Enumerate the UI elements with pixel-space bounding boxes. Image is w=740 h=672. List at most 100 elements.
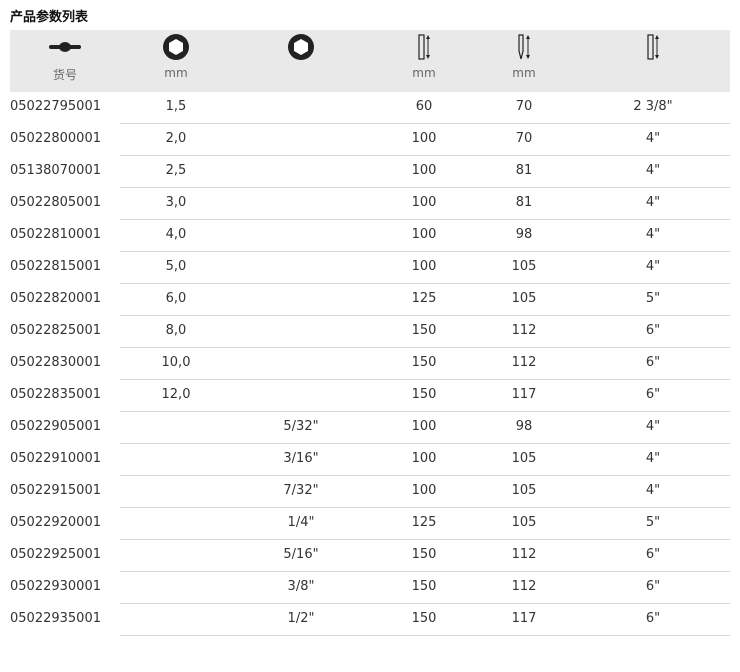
- cell-metric-size: [130, 540, 222, 572]
- cell-blade-length-inch: 4": [645, 259, 661, 274]
- cell-blade-length: 100: [411, 419, 437, 434]
- cell-inch-size: [255, 284, 347, 316]
- cell-metric-size: 2,0: [165, 131, 187, 146]
- cell-blade-length-inch: 6": [645, 611, 661, 626]
- hex-socket-inch-icon: [255, 34, 347, 60]
- cell-article-number: 05022820001: [10, 291, 101, 306]
- cell-blade-length-inch: 4": [645, 419, 661, 434]
- table-row: 05022920001 1/4" 125 105 5": [10, 508, 730, 540]
- cell-inch-size: [255, 156, 347, 188]
- cell-blade-length: 150: [411, 355, 437, 370]
- bit-holder-icon: [10, 34, 120, 60]
- blade-length-inch-icon: [608, 34, 698, 60]
- cell-article-number: 05022915001: [10, 483, 101, 498]
- cell-total-length: 112: [511, 547, 537, 562]
- cell-metric-size: 8,0: [165, 323, 187, 338]
- cell-blade-length: 150: [411, 579, 437, 594]
- table-row: 05022830001 10,0 150 112 6": [10, 348, 730, 380]
- cell-blade-length-inch: 4": [645, 195, 661, 210]
- page-title: 产品参数列表: [10, 10, 89, 25]
- cell-total-length: 105: [511, 515, 537, 530]
- header-cell-article: 货号: [10, 30, 120, 92]
- cell-inch-size: [255, 380, 347, 412]
- table-row: 05022925001 5/16" 150 112 6": [10, 540, 730, 572]
- cell-article-number: 05022810001: [10, 227, 101, 242]
- cell-blade-length: 100: [411, 483, 437, 498]
- cell-total-length: 70: [515, 131, 533, 146]
- cell-article-number: 05022805001: [10, 195, 101, 210]
- header-label-blade-mm: mm: [412, 66, 436, 80]
- cell-blade-length-inch: 4": [645, 227, 661, 242]
- cell-inch-size: [255, 92, 347, 124]
- cell-total-length: 112: [511, 579, 537, 594]
- table-row: 05022910001 3/16" 100 105 4": [10, 444, 730, 476]
- cell-article-number: 05022835001: [10, 387, 101, 402]
- cell-total-length: 98: [515, 419, 533, 434]
- cell-blade-length: 125: [411, 291, 437, 306]
- table-row: 05022795001 1,5 60 70 2 3/8": [10, 92, 730, 124]
- cell-blade-length: 150: [411, 323, 437, 338]
- cell-inch-size: 1/2": [287, 611, 315, 626]
- header-cell-blade-length-inch: [608, 30, 698, 92]
- cell-article-number: 05022830001: [10, 355, 101, 370]
- cell-blade-length-inch: 2 3/8": [633, 99, 673, 114]
- cell-inch-size: [255, 124, 347, 156]
- cell-blade-length-inch: 6": [645, 323, 661, 338]
- cell-blade-length-inch: 6": [645, 355, 661, 370]
- cell-inch-size: 3/16": [283, 451, 319, 466]
- table-row: 05022815001 5,0 100 105 4": [10, 252, 730, 284]
- cell-metric-size: [130, 604, 222, 636]
- cell-blade-length: 100: [411, 451, 437, 466]
- cell-article-number: 05022920001: [10, 515, 101, 530]
- cell-metric-size: 3,0: [165, 195, 187, 210]
- cell-blade-length: 60: [415, 99, 433, 114]
- cell-total-length: 117: [511, 611, 537, 626]
- header-cell-blade-length: mm: [378, 30, 470, 92]
- table-row: 05022905001 5/32" 100 98 4": [10, 412, 730, 444]
- blade-length-icon: [378, 34, 470, 60]
- cell-inch-size: [255, 348, 347, 380]
- table-row: 05022915001 7/32" 100 105 4": [10, 476, 730, 508]
- table-row: 05022825001 8,0 150 112 6": [10, 316, 730, 348]
- cell-article-number: 05022930001: [10, 579, 101, 594]
- cell-total-length: 117: [511, 387, 537, 402]
- cell-blade-length: 150: [411, 387, 437, 402]
- cell-blade-length: 125: [411, 515, 437, 530]
- cell-article-number: 05022825001: [10, 323, 101, 338]
- cell-blade-length: 100: [411, 259, 437, 274]
- cell-blade-length-inch: 4": [645, 131, 661, 146]
- table-row: 05022820001 6,0 125 105 5": [10, 284, 730, 316]
- table-row: 05022935001 1/2" 150 117 6": [10, 604, 730, 636]
- table-row: 05022805001 3,0 100 81 4": [10, 188, 730, 220]
- cell-total-length: 81: [515, 195, 533, 210]
- cell-inch-size: 5/16": [283, 547, 319, 562]
- total-length-icon: [478, 34, 570, 60]
- cell-metric-size: [130, 444, 222, 476]
- hex-socket-metric-icon: [130, 34, 222, 60]
- cell-inch-size: 5/32": [283, 419, 319, 434]
- table-row: 05138070001 2,5 100 81 4": [10, 156, 730, 188]
- cell-total-length: 105: [511, 483, 537, 498]
- table-body: 05022795001 1,5 60 70 2 3/8" 05022800001 2,0 10…: [10, 92, 730, 636]
- cell-metric-size: 5,0: [165, 259, 187, 274]
- cell-metric-size: 12,0: [161, 387, 191, 402]
- cell-metric-size: 4,0: [165, 227, 187, 242]
- header-label-article: 货号: [52, 68, 77, 82]
- cell-blade-length-inch: 4": [645, 163, 661, 178]
- cell-article-number: 05022905001: [10, 419, 101, 434]
- table-row: 05022930001 3/8" 150 112 6": [10, 572, 730, 604]
- cell-blade-length-inch: 6": [645, 579, 661, 594]
- header-cell-metric-size: mm: [130, 30, 222, 92]
- cell-metric-size: [130, 412, 222, 444]
- cell-article-number: 05022795001: [10, 99, 101, 114]
- cell-blade-length-inch: 6": [645, 547, 661, 562]
- cell-metric-size: 1,5: [165, 99, 187, 114]
- cell-article-number: 05022925001: [10, 547, 101, 562]
- cell-total-length: 105: [511, 291, 537, 306]
- cell-blade-length-inch: 4": [645, 483, 661, 498]
- cell-inch-size: [255, 220, 347, 252]
- cell-blade-length: 100: [411, 227, 437, 242]
- cell-blade-length: 100: [411, 195, 437, 210]
- cell-metric-size: 6,0: [165, 291, 187, 306]
- cell-inch-size: 7/32": [283, 483, 319, 498]
